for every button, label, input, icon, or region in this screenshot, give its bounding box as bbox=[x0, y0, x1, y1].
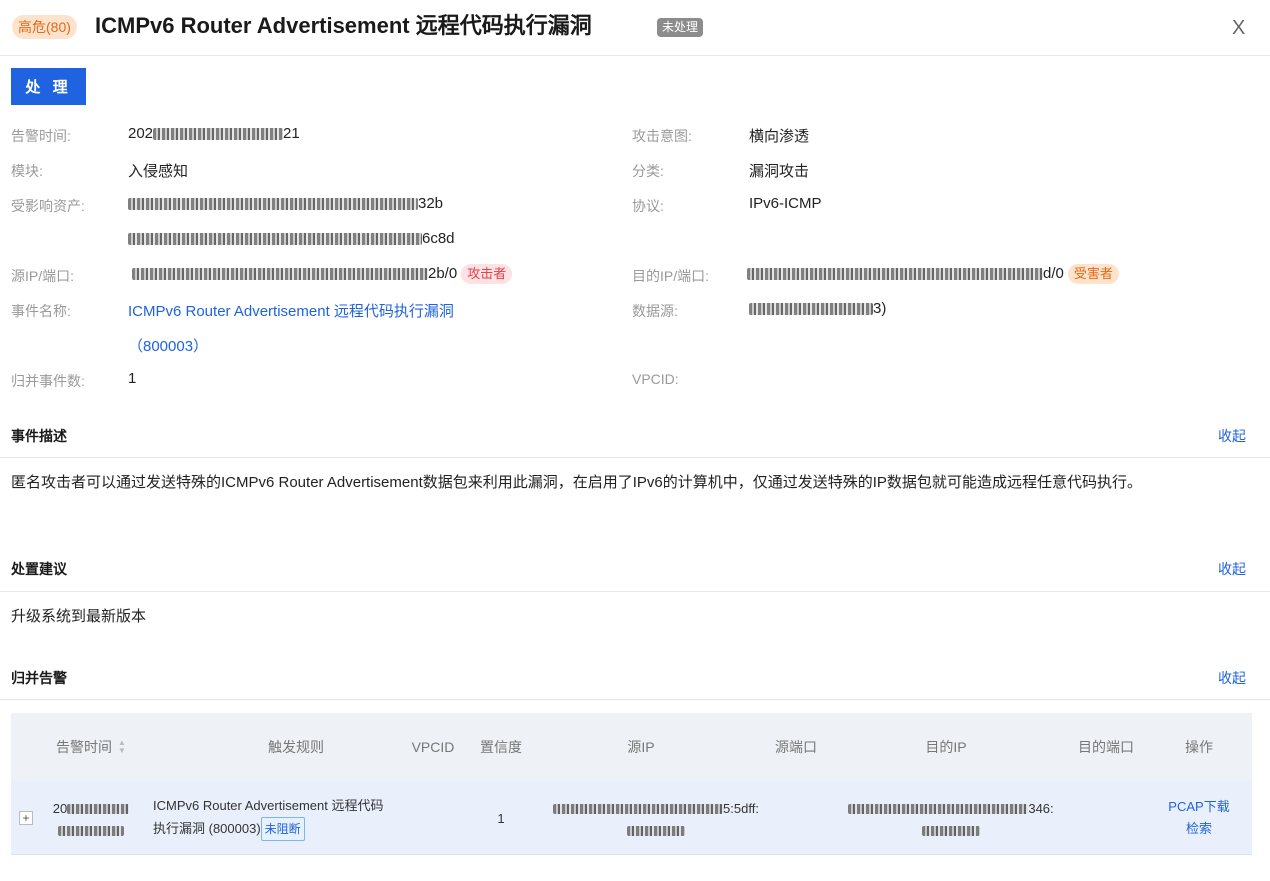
event-name-label: 事件名称: bbox=[11, 303, 71, 319]
suggestion-text: 升级系统到最新版本 bbox=[11, 608, 147, 625]
table-header: 告警时间 ▲ ▼ 触发规则 VPCID 置信度 源IP 源端口 目的IP 目的端口… bbox=[11, 713, 1252, 781]
protocol-value: IPv6-ICMP bbox=[749, 195, 822, 212]
description-section-title: 事件描述 bbox=[11, 428, 67, 444]
event-name-link[interactable]: ICMPv6 Router Advertisement 远程代码执行漏洞 bbox=[128, 300, 454, 321]
col-header-vpcid: VPCID bbox=[411, 739, 455, 755]
process-button[interactable]: 处 理 bbox=[11, 68, 86, 105]
divider bbox=[0, 457, 1270, 458]
row-actions: PCAP下载 检索 bbox=[1154, 781, 1244, 855]
merged-alerts-table: 告警时间 ▲ ▼ 触发规则 VPCID 置信度 源IP 源端口 目的IP 目的端口… bbox=[11, 713, 1252, 855]
src-ip-port-label: 源IP/端口: bbox=[11, 268, 75, 284]
datasource-label: 数据源: bbox=[632, 303, 678, 319]
datasource-value: 3) bbox=[749, 300, 886, 317]
search-link[interactable]: 检索 bbox=[1186, 818, 1212, 840]
col-header-dst-port: 目的端口 bbox=[1078, 739, 1134, 755]
row-src-ip: 5:5dff: bbox=[536, 781, 776, 855]
col-header-dst-ip: 目的IP bbox=[925, 739, 967, 755]
src-ip-port-value: 2b/0 攻击者 bbox=[128, 264, 513, 284]
divider bbox=[0, 699, 1270, 700]
close-icon[interactable]: X bbox=[1232, 16, 1245, 40]
category-label: 分类: bbox=[632, 163, 664, 179]
suggestion-collapse-link[interactable]: 收起 bbox=[1218, 559, 1246, 579]
row-rule: ICMPv6 Router Advertisement 远程代码执行漏洞 (80… bbox=[153, 781, 388, 855]
col-header-src-ip: 源IP bbox=[627, 739, 655, 755]
dst-ip-port-value: d/0 受害者 bbox=[747, 264, 1119, 284]
vpcid-label: VPCID: bbox=[632, 371, 679, 387]
description-collapse-link[interactable]: 收起 bbox=[1218, 426, 1246, 446]
dialog-header: 高危(80) ICMPv6 Router Advertisement 远程代码执… bbox=[0, 0, 1270, 56]
pcap-download-link[interactable]: PCAP下载 bbox=[1168, 796, 1229, 818]
alert-time-label: 告警时间: bbox=[11, 128, 71, 144]
affected-asset-value-2: 6c8d bbox=[128, 230, 455, 247]
table-row: + 20 ICMPv6 Router Advertisement 远程代码执行漏… bbox=[11, 781, 1252, 855]
merged-section-title: 归并告警 bbox=[11, 670, 67, 686]
row-dst-ip: 346: bbox=[831, 781, 1071, 855]
row-confidence: 1 bbox=[497, 810, 505, 826]
row-time: 20 bbox=[41, 781, 141, 855]
divider bbox=[0, 591, 1270, 592]
expand-row-button[interactable]: + bbox=[19, 811, 33, 825]
col-header-action: 操作 bbox=[1185, 739, 1213, 755]
module-label: 模块: bbox=[11, 163, 43, 179]
victim-tag: 受害者 bbox=[1067, 264, 1119, 284]
affected-asset-value-1: 32b bbox=[128, 195, 443, 212]
merged-count-value: 1 bbox=[128, 370, 137, 387]
attack-intent-label: 攻击意图: bbox=[632, 128, 692, 144]
event-id-link[interactable]: （800003） bbox=[128, 335, 208, 356]
dst-ip-port-label: 目的IP/端口: bbox=[632, 268, 710, 284]
alert-time-value: 202 21 bbox=[128, 125, 300, 142]
attacker-tag: 攻击者 bbox=[461, 264, 513, 284]
alert-title: ICMPv6 Router Advertisement 远程代码执行漏洞 bbox=[95, 13, 592, 38]
affected-asset-label: 受影响资产: bbox=[11, 198, 85, 214]
category-value: 漏洞攻击 bbox=[749, 163, 810, 180]
col-header-confidence: 置信度 bbox=[480, 739, 522, 755]
col-header-src-port: 源端口 bbox=[775, 739, 817, 755]
merged-count-label: 归并事件数: bbox=[11, 373, 85, 389]
attack-intent-value: 横向渗透 bbox=[749, 128, 810, 145]
unblocked-tag: 未阻断 bbox=[260, 817, 305, 841]
suggestion-section-title: 处置建议 bbox=[11, 561, 67, 577]
risk-level-badge: 高危(80) bbox=[12, 15, 77, 39]
sort-icon[interactable]: ▲ ▼ bbox=[118, 739, 126, 755]
protocol-label: 协议: bbox=[632, 198, 664, 214]
status-badge: 未处理 bbox=[657, 18, 704, 37]
description-text: 匿名攻击者可以通过发送特殊的ICMPv6 Router Advertisemen… bbox=[11, 474, 1142, 491]
module-value: 入侵感知 bbox=[128, 163, 189, 180]
merged-collapse-link[interactable]: 收起 bbox=[1218, 668, 1246, 688]
col-header-time[interactable]: 告警时间 ▲ ▼ bbox=[41, 713, 141, 781]
col-header-rule: 触发规则 bbox=[268, 739, 324, 755]
